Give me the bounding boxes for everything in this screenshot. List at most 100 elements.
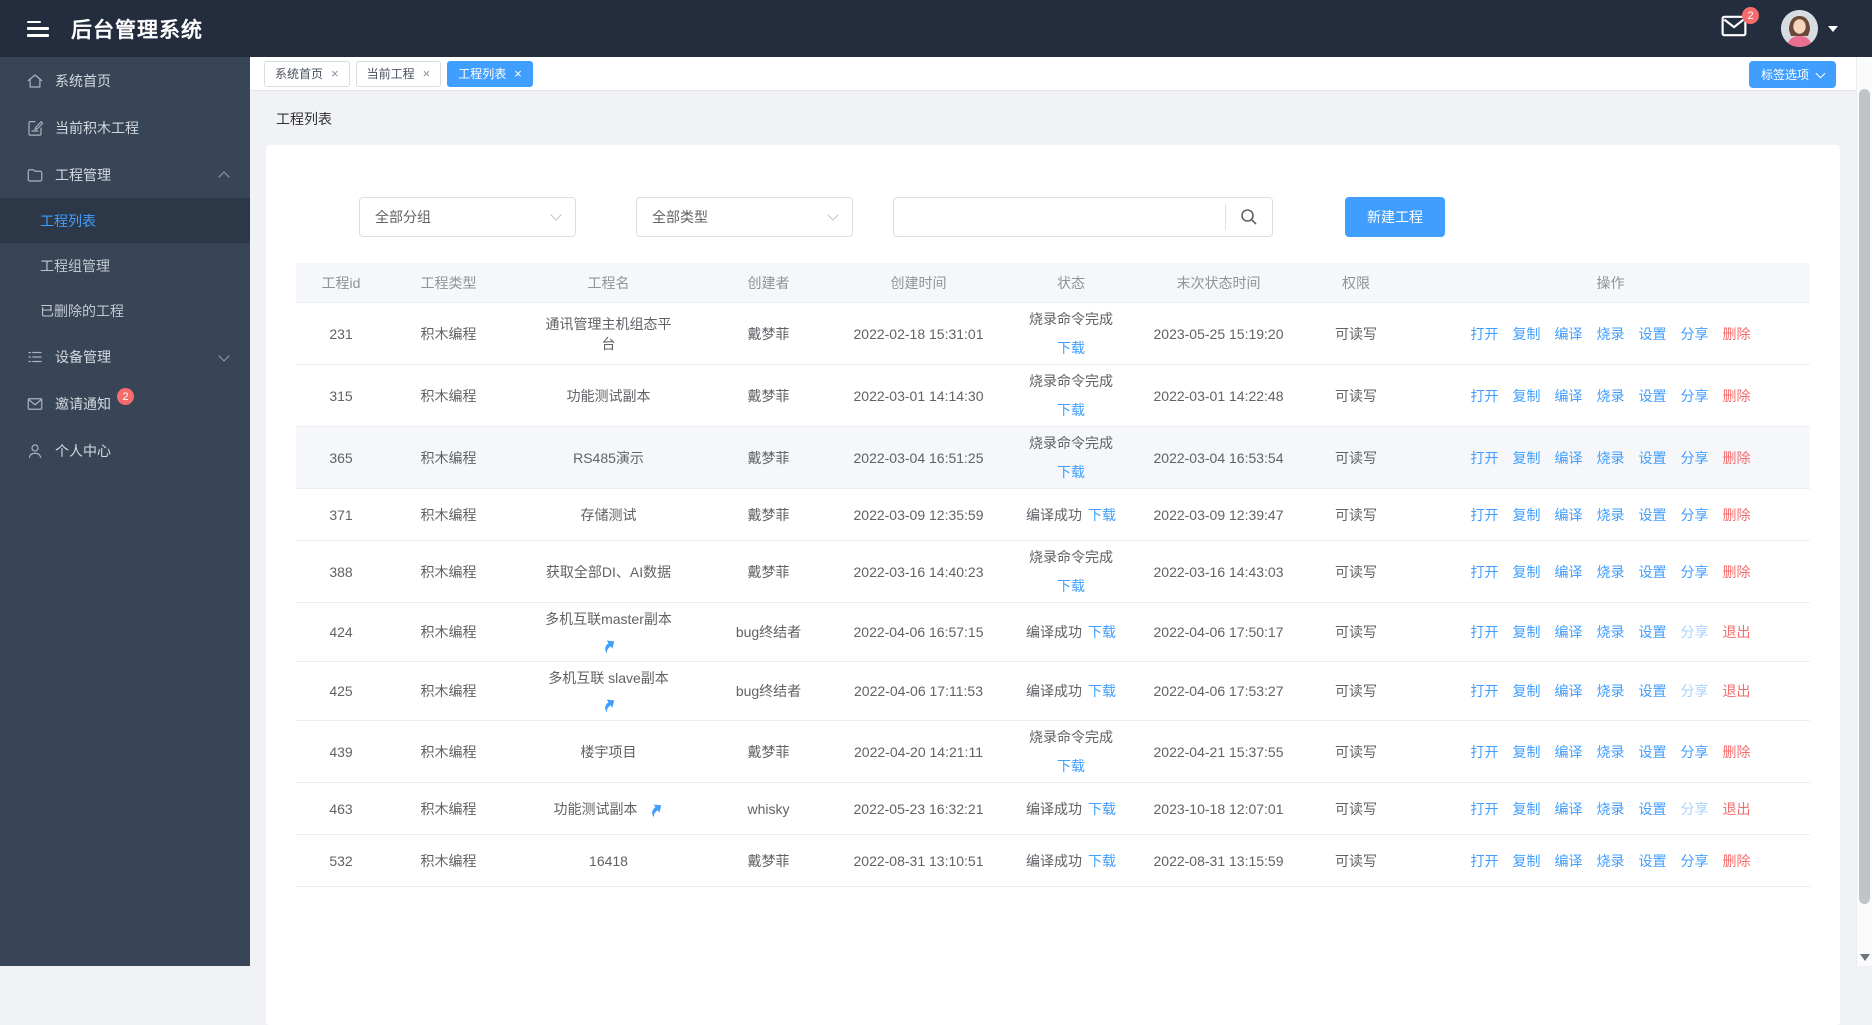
action-copy[interactable]: 复制: [1513, 851, 1541, 871]
sidebar-item-project-management[interactable]: 工程管理: [0, 151, 250, 198]
download-link[interactable]: 下载: [1088, 624, 1116, 640]
action-copy[interactable]: 复制: [1513, 505, 1541, 525]
avatar-dropdown-caret-icon[interactable]: [1828, 26, 1838, 32]
download-link[interactable]: 下载: [1057, 400, 1085, 420]
action-burn[interactable]: 烧录: [1597, 324, 1625, 344]
new-project-button[interactable]: 新建工程: [1345, 197, 1445, 237]
action-share[interactable]: 分享: [1681, 448, 1709, 468]
action-compile[interactable]: 编译: [1555, 562, 1583, 582]
tab-当前工程[interactable]: 当前工程×: [356, 61, 442, 87]
action-share[interactable]: 分享: [1681, 622, 1709, 642]
action-burn[interactable]: 烧录: [1597, 851, 1625, 871]
tab-工程列表[interactable]: 工程列表×: [447, 61, 533, 87]
tab-close-icon[interactable]: ×: [331, 67, 339, 80]
action-copy[interactable]: 复制: [1513, 681, 1541, 701]
action-burn[interactable]: 烧录: [1597, 448, 1625, 468]
action-share[interactable]: 分享: [1681, 799, 1709, 819]
action-delete[interactable]: 删除: [1723, 386, 1751, 406]
action-burn[interactable]: 烧录: [1597, 386, 1625, 406]
action-compile[interactable]: 编译: [1555, 386, 1583, 406]
scrollbar-thumb[interactable]: [1859, 89, 1870, 904]
action-settings[interactable]: 设置: [1639, 386, 1667, 406]
download-link[interactable]: 下载: [1057, 338, 1085, 358]
action-settings[interactable]: 设置: [1639, 505, 1667, 525]
search-input[interactable]: [894, 198, 1225, 236]
action-share[interactable]: 分享: [1681, 851, 1709, 871]
action-open[interactable]: 打开: [1471, 386, 1499, 406]
action-share[interactable]: 分享: [1681, 742, 1709, 762]
action-delete[interactable]: 删除: [1723, 742, 1751, 762]
download-link[interactable]: 下载: [1057, 756, 1085, 776]
action-open[interactable]: 打开: [1471, 799, 1499, 819]
action-burn[interactable]: 烧录: [1597, 562, 1625, 582]
download-link[interactable]: 下载: [1088, 683, 1116, 699]
hamburger-menu-icon[interactable]: [27, 21, 49, 37]
action-settings[interactable]: 设置: [1639, 562, 1667, 582]
action-burn[interactable]: 烧录: [1597, 681, 1625, 701]
tag-options-button[interactable]: 标签选项: [1749, 61, 1836, 88]
sidebar-item-profile[interactable]: 个人中心: [0, 427, 250, 474]
download-link[interactable]: 下载: [1057, 462, 1085, 482]
action-settings[interactable]: 设置: [1639, 324, 1667, 344]
action-compile[interactable]: 编译: [1555, 448, 1583, 468]
action-open[interactable]: 打开: [1471, 505, 1499, 525]
action-compile[interactable]: 编译: [1555, 622, 1583, 642]
action-open[interactable]: 打开: [1471, 324, 1499, 344]
action-copy[interactable]: 复制: [1513, 562, 1541, 582]
action-compile[interactable]: 编译: [1555, 799, 1583, 819]
search-button[interactable]: [1226, 198, 1272, 236]
download-link[interactable]: 下载: [1088, 853, 1116, 869]
action-burn[interactable]: 烧录: [1597, 742, 1625, 762]
sidebar-item-project-group-management[interactable]: 工程组管理: [0, 243, 250, 288]
action-copy[interactable]: 复制: [1513, 622, 1541, 642]
action-share[interactable]: 分享: [1681, 505, 1709, 525]
action-settings[interactable]: 设置: [1639, 742, 1667, 762]
download-link[interactable]: 下载: [1088, 801, 1116, 817]
action-copy[interactable]: 复制: [1513, 448, 1541, 468]
vertical-scrollbar[interactable]: [1856, 57, 1872, 966]
action-burn[interactable]: 烧录: [1597, 505, 1625, 525]
action-settings[interactable]: 设置: [1639, 851, 1667, 871]
action-delete[interactable]: 删除: [1723, 324, 1751, 344]
action-exit[interactable]: 退出: [1723, 799, 1751, 819]
action-burn[interactable]: 烧录: [1597, 799, 1625, 819]
action-settings[interactable]: 设置: [1639, 681, 1667, 701]
action-share[interactable]: 分享: [1681, 386, 1709, 406]
sidebar-item-home[interactable]: 系统首页: [0, 57, 250, 104]
sidebar-item-deleted-projects[interactable]: 已删除的工程: [0, 288, 250, 333]
action-copy[interactable]: 复制: [1513, 386, 1541, 406]
action-open[interactable]: 打开: [1471, 681, 1499, 701]
action-copy[interactable]: 复制: [1513, 799, 1541, 819]
action-open[interactable]: 打开: [1471, 742, 1499, 762]
action-share[interactable]: 分享: [1681, 681, 1709, 701]
sidebar-item-device-management[interactable]: 设备管理: [0, 333, 250, 380]
action-copy[interactable]: 复制: [1513, 742, 1541, 762]
sidebar-item-current-block-project[interactable]: 当前积木工程: [0, 104, 250, 151]
action-burn[interactable]: 烧录: [1597, 622, 1625, 642]
message-button[interactable]: 2: [1721, 15, 1747, 42]
action-settings[interactable]: 设置: [1639, 448, 1667, 468]
action-compile[interactable]: 编译: [1555, 742, 1583, 762]
action-settings[interactable]: 设置: [1639, 622, 1667, 642]
action-settings[interactable]: 设置: [1639, 799, 1667, 819]
download-link[interactable]: 下载: [1088, 507, 1116, 523]
action-compile[interactable]: 编译: [1555, 681, 1583, 701]
group-filter-select[interactable]: 全部分组: [359, 197, 576, 237]
tab-close-icon[interactable]: ×: [423, 67, 431, 80]
scrollbar-arrow-down-icon[interactable]: [1860, 954, 1870, 961]
tab-close-icon[interactable]: ×: [514, 67, 522, 80]
action-compile[interactable]: 编译: [1555, 324, 1583, 344]
sidebar-item-project-list[interactable]: 工程列表: [0, 198, 250, 243]
action-exit[interactable]: 退出: [1723, 622, 1751, 642]
action-share[interactable]: 分享: [1681, 562, 1709, 582]
action-exit[interactable]: 退出: [1723, 681, 1751, 701]
action-share[interactable]: 分享: [1681, 324, 1709, 344]
action-compile[interactable]: 编译: [1555, 851, 1583, 871]
action-delete[interactable]: 删除: [1723, 448, 1751, 468]
action-compile[interactable]: 编译: [1555, 505, 1583, 525]
action-open[interactable]: 打开: [1471, 448, 1499, 468]
sidebar-item-invite-notice[interactable]: 邀请通知2: [0, 380, 250, 427]
action-delete[interactable]: 删除: [1723, 505, 1751, 525]
action-open[interactable]: 打开: [1471, 851, 1499, 871]
tab-系统首页[interactable]: 系统首页×: [264, 61, 350, 87]
